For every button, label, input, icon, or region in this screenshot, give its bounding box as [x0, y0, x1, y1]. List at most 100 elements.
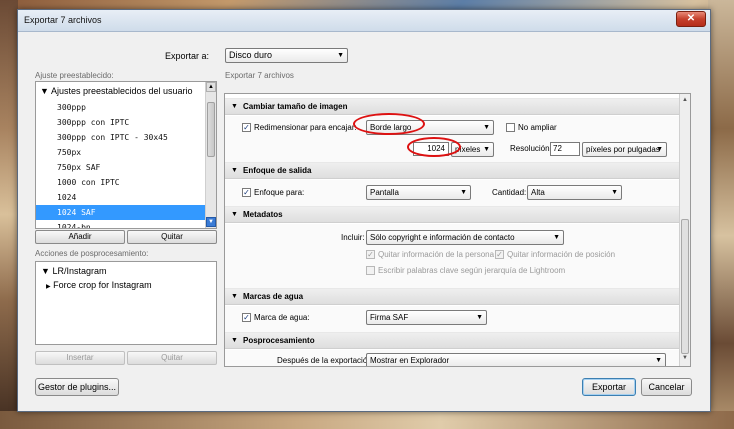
- resize-label: Redimensionar para encajar:: [254, 123, 357, 132]
- action-group[interactable]: ▼ LR/Instagram: [41, 266, 106, 276]
- remove-location-checkbox[interactable]: ✓: [495, 250, 504, 259]
- export-button[interactable]: Exportar: [582, 378, 636, 396]
- scroll-down-icon[interactable]: ▼: [680, 354, 690, 364]
- scroll-up-icon[interactable]: ▲: [680, 96, 690, 106]
- add-preset-button[interactable]: Añadir: [35, 230, 125, 244]
- cancel-button[interactable]: Cancelar: [641, 378, 692, 396]
- expand-triangle-icon: ▼: [231, 293, 238, 300]
- presets-list: ▼ Ajustes preestablecidos del usuario 30…: [35, 81, 217, 229]
- highlight-ellipse-size: [407, 137, 461, 157]
- section-title: Enfoque de salida: [243, 166, 312, 175]
- window-title: Exportar 7 archivos: [24, 15, 102, 25]
- postprocess-actions-label: Acciones de posprocesamiento:: [35, 249, 149, 258]
- preset-item[interactable]: 1024-bn: [36, 220, 206, 228]
- watermark-value: Firma SAF: [370, 313, 409, 322]
- include-select[interactable]: Sólo copyright e información de contacto…: [366, 230, 564, 245]
- preset-item[interactable]: 750px SAF: [36, 160, 206, 175]
- after-export-value: Mostrar en Explorador: [370, 356, 450, 365]
- section-watermark-body: ✓ Marca de agua: Firma SAF ▼: [225, 306, 680, 332]
- chevron-down-icon: ▼: [483, 124, 490, 131]
- section-postprocess-header[interactable]: ▼ Posprocesamiento: [225, 332, 680, 349]
- close-icon[interactable]: ✕: [676, 11, 706, 27]
- presets-label: Ajuste preestablecido:: [35, 71, 114, 80]
- collapsed-triangle-icon: ▶: [46, 284, 51, 290]
- section-sharpen-header[interactable]: ▼ Enfoque de salida: [225, 162, 680, 179]
- preset-item[interactable]: 300ppp con IPTC - 30x45: [36, 130, 206, 145]
- remove-preset-button[interactable]: Quitar: [127, 230, 217, 244]
- section-sharpen-body: ✓ Enfoque para: Pantalla ▼ Cantidad: Alt…: [225, 180, 680, 206]
- resize-checkbox[interactable]: ✓: [242, 123, 251, 132]
- background-photo-left: [0, 0, 18, 429]
- amount-select[interactable]: Alta ▼: [527, 185, 622, 200]
- section-resize-body: ✓ Redimensionar para encajar: Borde larg…: [225, 113, 680, 162]
- after-export-label: Después de la exportación:: [277, 356, 374, 365]
- preset-item[interactable]: 750px: [36, 145, 206, 160]
- chevron-down-icon: ▼: [483, 146, 490, 153]
- remove-person-label: Quitar información de la persona: [378, 250, 495, 259]
- resolution-unit-select[interactable]: píxeles por pulgadas ▼: [582, 142, 667, 157]
- expand-triangle-icon: ▼: [41, 266, 50, 276]
- export-to-label: Exportar a:: [165, 51, 210, 61]
- presets-scrollbar[interactable]: ▲ ▼: [205, 82, 216, 228]
- chevron-down-icon: ▼: [655, 357, 662, 364]
- section-resize-header[interactable]: ▼ Cambiar tamaño de imagen: [225, 98, 680, 115]
- watermark-checkbox[interactable]: ✓: [242, 313, 251, 322]
- sharpen-select[interactable]: Pantalla ▼: [366, 185, 471, 200]
- resolution-unit-value: píxeles por pulgadas: [586, 145, 660, 154]
- no-enlarge-label: No ampliar: [518, 123, 557, 132]
- include-value: Sólo copyright e información de contacto: [370, 233, 515, 242]
- scroll-up-icon[interactable]: ▲: [206, 82, 216, 92]
- hierarchy-checkbox[interactable]: [366, 266, 375, 275]
- action-item-label: Force crop for Instagram: [53, 280, 152, 290]
- chevron-down-icon: ▼: [656, 146, 663, 153]
- amount-value: Alta: [531, 188, 545, 197]
- scroll-thumb[interactable]: [681, 219, 689, 354]
- sharpen-value: Pantalla: [370, 188, 399, 197]
- remove-action-button[interactable]: Quitar: [127, 351, 217, 365]
- settings-scrollbar[interactable]: ▲ ▼: [679, 94, 690, 366]
- highlight-ellipse-fit: [353, 113, 425, 135]
- postprocess-actions-list: ▼ LR/Instagram ▶ Force crop for Instagra…: [35, 261, 217, 345]
- section-metadata-body: Incluir: Sólo copyright e información de…: [225, 224, 680, 288]
- action-item[interactable]: ▶ Force crop for Instagram: [46, 280, 152, 290]
- expand-triangle-icon: ▼: [40, 86, 49, 96]
- expand-triangle-icon: ▼: [231, 103, 238, 110]
- chevron-down-icon: ▼: [460, 189, 467, 196]
- sharpen-label: Enfoque para:: [254, 188, 305, 197]
- plugin-manager-button[interactable]: Gestor de plugins...: [35, 378, 119, 396]
- section-watermark-header[interactable]: ▼ Marcas de agua: [225, 288, 680, 305]
- resolution-input[interactable]: 72: [550, 142, 580, 156]
- no-enlarge-checkbox[interactable]: [506, 123, 515, 132]
- watermark-label: Marca de agua:: [254, 313, 310, 322]
- preset-group[interactable]: ▼ Ajustes preestablecidos del usuario: [40, 86, 193, 96]
- scroll-thumb[interactable]: [207, 102, 215, 157]
- after-export-select[interactable]: Mostrar en Explorador ▼: [366, 353, 666, 366]
- preset-item-selected[interactable]: 1024 SAF: [36, 205, 206, 220]
- hierarchy-label: Escribir palabras clave según jerarquía …: [378, 266, 566, 275]
- expand-triangle-icon: ▼: [231, 337, 238, 344]
- remove-person-checkbox[interactable]: ✓: [366, 250, 375, 259]
- preset-item[interactable]: 300ppp con IPTC: [36, 115, 206, 130]
- background-photo-bottom: [0, 411, 734, 429]
- section-title: Posprocesamiento: [243, 336, 315, 345]
- preset-item[interactable]: 1000 con IPTC: [36, 175, 206, 190]
- preset-item[interactable]: 300ppp: [36, 100, 206, 115]
- section-title: Marcas de agua: [243, 292, 304, 301]
- background-photo-right: [708, 0, 734, 429]
- sharpen-checkbox[interactable]: ✓: [242, 188, 251, 197]
- export-to-select[interactable]: Disco duro ▼: [225, 48, 348, 63]
- watermark-select[interactable]: Firma SAF ▼: [366, 310, 487, 325]
- preset-item[interactable]: 1024: [36, 190, 206, 205]
- section-title: Cambiar tamaño de imagen: [243, 102, 348, 111]
- section-metadata-header[interactable]: ▼ Metadatos: [225, 206, 680, 223]
- action-group-label: LR/Instagram: [52, 266, 107, 276]
- include-label: Incluir:: [341, 233, 365, 242]
- resolution-label: Resolución:: [510, 144, 552, 153]
- amount-label: Cantidad:: [492, 188, 527, 197]
- chevron-down-icon: ▼: [476, 314, 483, 321]
- title-bar: Exportar 7 archivos ✕: [18, 10, 710, 32]
- insert-action-button[interactable]: Insertar: [35, 351, 125, 365]
- section-postprocess-body: Después de la exportación: Mostrar en Ex…: [225, 350, 680, 366]
- chevron-down-icon: ▼: [553, 234, 560, 241]
- scroll-down-icon[interactable]: ▼: [206, 217, 216, 227]
